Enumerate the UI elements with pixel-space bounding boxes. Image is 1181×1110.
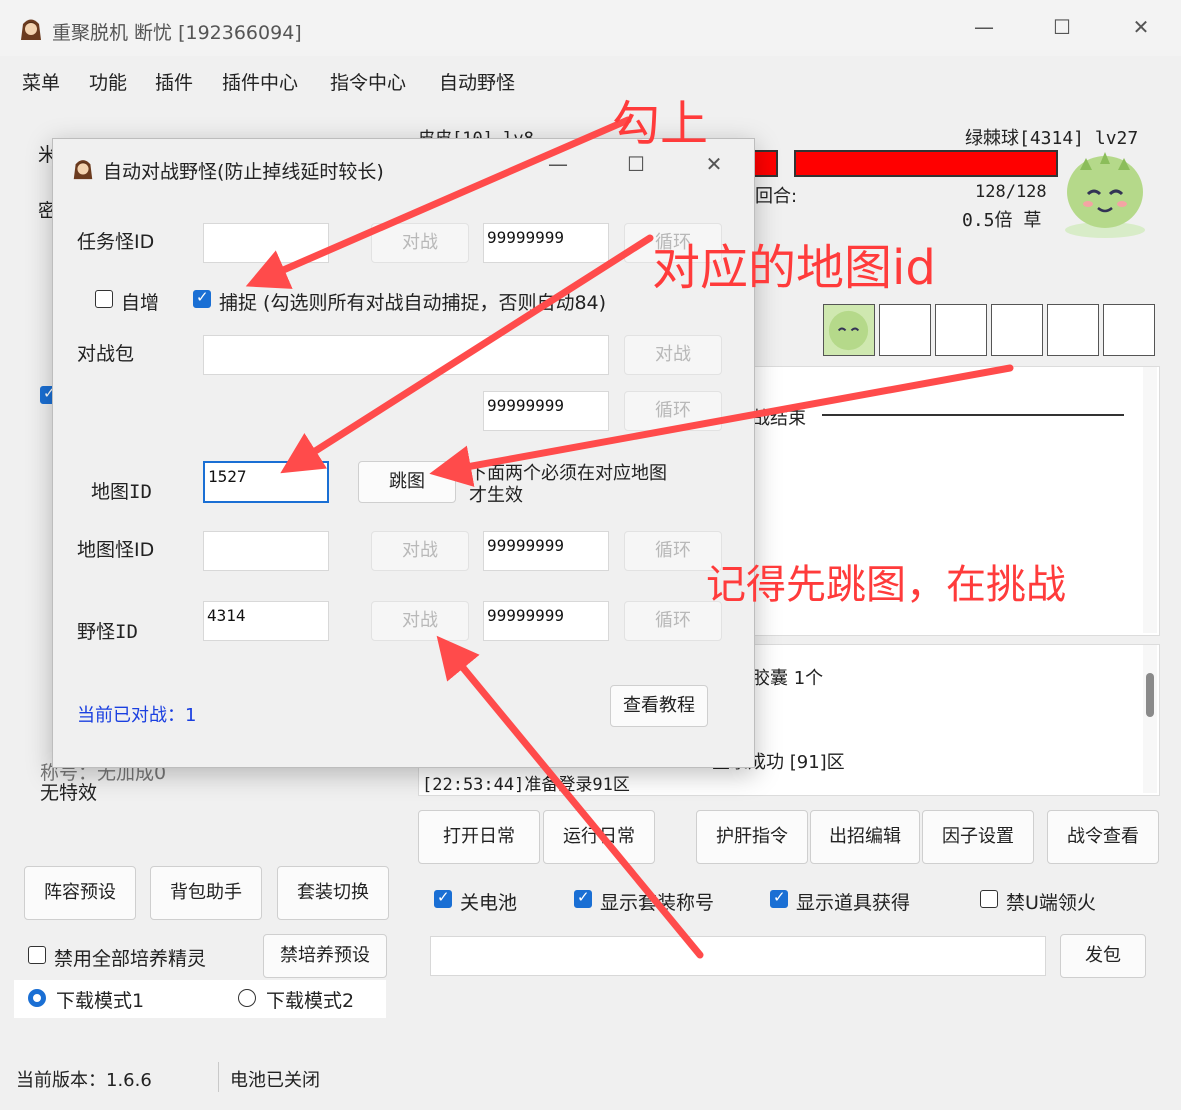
annotation-check-it: 勾上 [612, 96, 709, 152]
arrow-to-capture [245, 116, 632, 289]
arrow-to-wild-fight [436, 635, 704, 959]
arrow-to-jump [429, 364, 1014, 487]
arrow-to-map-id [280, 234, 654, 474]
annotation-jump-first: 记得先跳图，在挑战 [706, 562, 1066, 608]
annotation-map-id: 对应的地图id [652, 240, 936, 296]
